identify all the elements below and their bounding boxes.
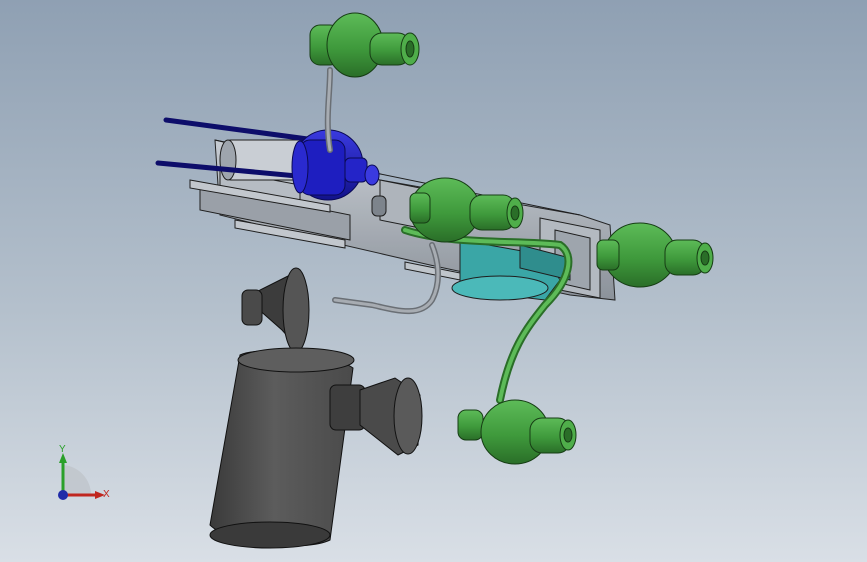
cad-assembly-scene[interactable]: Y X: [0, 0, 867, 562]
triad-x-label: X: [103, 489, 110, 500]
triad-y-label: Y: [59, 444, 66, 455]
gray-canister[interactable]: [209, 347, 355, 549]
green-fitting-right[interactable]: [596, 222, 714, 288]
green-fitting-top[interactable]: [309, 12, 420, 78]
gray-funnel-side[interactable]: [329, 377, 423, 456]
green-fitting-bottom[interactable]: [457, 399, 577, 465]
gray-funnel-top[interactable]: [241, 267, 310, 353]
model-viewport[interactable]: Y X: [0, 0, 867, 562]
coordinate-triad: [58, 453, 105, 500]
